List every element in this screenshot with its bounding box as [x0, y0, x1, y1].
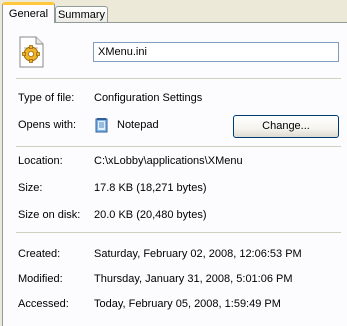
accessed-value: Today, February 05, 2008, 1:59:49 PM: [94, 298, 281, 310]
modified-label: Modified:: [18, 273, 63, 285]
separator: [16, 232, 341, 233]
size-on-disk-value: 20.0 KB (20,480 bytes): [94, 209, 207, 221]
file-name-field[interactable]: XMenu.ini: [93, 42, 339, 62]
tab-summary[interactable]: Summary: [55, 6, 108, 22]
size-value: 17.8 KB (18,271 bytes): [94, 182, 207, 194]
created-value: Saturday, February 02, 2008, 12:06:53 PM: [94, 248, 302, 260]
type-of-file-label: Type of file:: [18, 92, 75, 104]
created-label: Created:: [18, 248, 61, 260]
location-value: C:\xLobby\applications\XMenu: [94, 155, 243, 167]
general-panel: XMenu.ini Type of file: Configuration Se…: [2, 22, 347, 326]
accessed-label: Accessed:: [18, 298, 69, 310]
size-on-disk-label: Size on disk:: [18, 209, 81, 221]
size-label: Size:: [18, 182, 43, 194]
change-button[interactable]: Change...: [233, 115, 339, 138]
location-label: Location:: [18, 155, 63, 167]
type-of-file-value: Configuration Settings: [94, 92, 203, 104]
opens-with-label: Opens with:: [18, 119, 77, 131]
tab-general[interactable]: General: [2, 2, 55, 23]
separator: [16, 146, 341, 147]
opens-with-app-name: Notepad: [117, 119, 159, 131]
config-file-icon: [19, 36, 44, 68]
separator: [16, 78, 341, 79]
modified-value: Thursday, January 31, 2008, 5:01:06 PM: [94, 273, 293, 285]
notepad-icon: [95, 118, 108, 133]
tab-strip: Summary General: [0, 0, 347, 23]
